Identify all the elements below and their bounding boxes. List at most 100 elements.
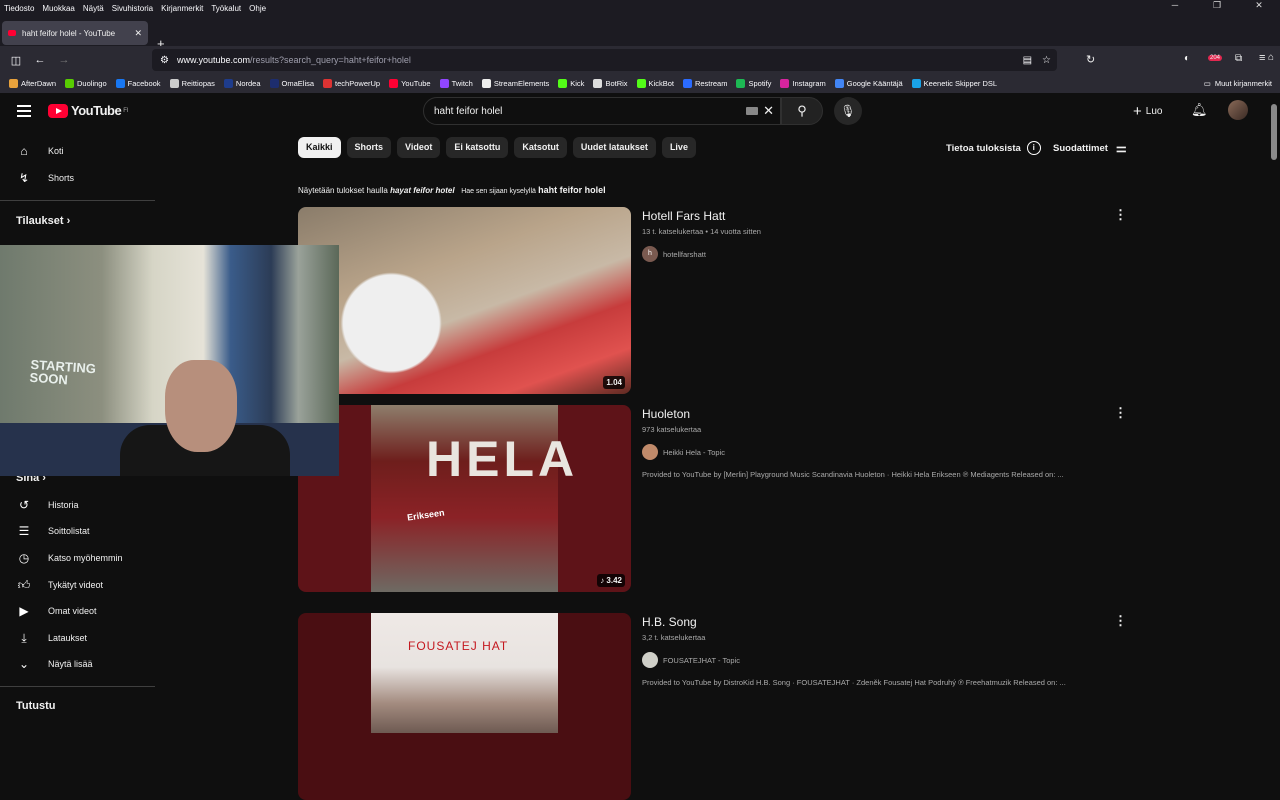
more-actions-icon[interactable]: ⋮ (1114, 613, 1127, 629)
notifications-bell-icon[interactable]: 🔔︎ (1191, 102, 1208, 118)
menu-history[interactable]: Sivuhistoria (112, 4, 153, 13)
bookmark-item[interactable]: Keenetic Skipper DSL (911, 79, 997, 88)
sidebar-item-show-more[interactable]: ⌄ Näytä lisää (16, 657, 93, 671)
about-results-button[interactable]: Tietoa tuloksista i (946, 141, 1041, 155)
menu-edit[interactable]: Muokkaa (42, 4, 74, 13)
extension-dark-icon[interactable]: ◐ (1184, 53, 1190, 64)
reload-icon[interactable]: ↻ (1086, 53, 1095, 66)
extensions-icon[interactable]: ⧉ (1235, 53, 1242, 64)
menu-view[interactable]: Näytä (83, 4, 104, 13)
sidebar-toggle-icon[interactable]: ◫ (4, 54, 28, 67)
chevron-right-icon: › (66, 215, 71, 227)
video-thumbnail[interactable]: HELA Erikseen ♪ 3.42 (298, 405, 631, 592)
forward-icon[interactable]: → (52, 54, 76, 66)
video-meta: 973 katselukertaa (642, 425, 702, 434)
guide-menu-icon[interactable] (17, 105, 31, 120)
sidebar-item-shorts[interactable]: ↯ Shorts (16, 171, 74, 185)
sidebar-item-home[interactable]: ⌂ Koti (16, 144, 63, 158)
bookmark-item[interactable]: Spotify (736, 79, 771, 88)
bookmark-favicon-icon (834, 79, 844, 88)
video-title[interactable]: H.B. Song (642, 615, 1066, 629)
clear-search-icon[interactable]: ✕ (763, 103, 774, 119)
channel-link[interactable]: FOUSATEJHAT - Topic (642, 652, 1066, 668)
bookmark-item[interactable]: Reittiopas (169, 79, 215, 88)
chip-shorts[interactable]: Shorts (346, 137, 392, 158)
sidebar-section-subscriptions[interactable]: Tilaukset › (16, 215, 70, 227)
video-title[interactable]: Hotell Fars Hatt (642, 209, 761, 223)
bookmark-label: BotRix (605, 79, 628, 88)
other-bookmarks[interactable]: ▭ Muut kirjanmerkit (1204, 79, 1272, 88)
bookmark-item[interactable]: KickBot (636, 79, 674, 88)
sidebar-item-your-videos[interactable]: ▶ Omat videot (16, 604, 96, 618)
bookmark-item[interactable]: AfterDawn (9, 79, 56, 88)
bookmark-item[interactable]: Nordea (223, 79, 261, 88)
bookmark-item[interactable]: BotRix (593, 79, 628, 88)
filters-button[interactable]: Suodattimet ⚌ (1053, 141, 1127, 155)
chip-unwatched[interactable]: Ei katsottu (446, 137, 509, 158)
sidebar-item-history[interactable]: ↺ Historia (16, 498, 79, 512)
keyboard-icon[interactable] (746, 107, 758, 115)
bookmark-item[interactable]: Facebook (115, 79, 161, 88)
scrollbar[interactable] (1271, 104, 1277, 160)
site-info-icon[interactable]: ⚙ (160, 55, 169, 66)
channel-link[interactable]: Heikki Hela - Topic (642, 444, 1064, 460)
menu-file[interactable]: Tiedosto (4, 4, 34, 13)
sidebar-item-downloads[interactable]: ⤓ Lataukset (16, 631, 87, 645)
chip-videos[interactable]: Videot (397, 137, 441, 158)
sidebar-item-liked[interactable]: 👍︎ Tykätyt videot (16, 578, 103, 592)
avatar[interactable] (1228, 100, 1248, 120)
bookmark-item[interactable]: Duolingo (65, 79, 107, 88)
menu-tools[interactable]: Työkalut (211, 4, 241, 13)
voice-search-button[interactable]: 🎙 (834, 97, 862, 125)
bookmark-item[interactable]: YouTube (389, 79, 431, 88)
bookmark-item[interactable]: Instagram (780, 79, 826, 88)
correction-hayat[interactable]: hayat (390, 186, 411, 195)
chip-live[interactable]: Live (661, 137, 696, 158)
correction-original-link[interactable]: haht feifor holel (538, 185, 606, 195)
close-tab-icon[interactable]: ✕ (134, 28, 142, 39)
youtube-logo[interactable]: YouTube FI (48, 103, 129, 118)
create-button[interactable]: + Luo (1133, 103, 1162, 120)
chip-all[interactable]: Kaikki (298, 137, 341, 158)
bookmark-item[interactable]: techPowerUp (323, 79, 380, 88)
menu-help[interactable]: Ohje (249, 4, 266, 13)
chip-recently-uploaded[interactable]: Uudet lataukset (572, 137, 656, 158)
sidebar-item-label: Näytä lisää (48, 659, 93, 669)
channel-link[interactable]: h hotellfarshatt (642, 246, 761, 262)
sidebar-item-playlists[interactable]: ☰ Soittolistat (16, 524, 90, 538)
video-thumbnail[interactable]: 1.04 (298, 207, 631, 394)
video-title[interactable]: Huoleton (642, 407, 1064, 421)
search-query: haht feifor holel (434, 105, 503, 117)
bookmark-item[interactable]: Kick (558, 79, 584, 88)
home-icon[interactable]: ⌂ (1268, 52, 1274, 63)
bookmark-item[interactable]: Restream (682, 79, 727, 88)
more-actions-icon[interactable]: ⋮ (1114, 207, 1127, 223)
minimize-icon[interactable]: ─ (1158, 0, 1192, 11)
restore-icon[interactable]: ❐ (1200, 0, 1234, 11)
sidebar-item-label: Tykätyt videot (48, 580, 104, 590)
chip-watched[interactable]: Katsotut (514, 137, 567, 158)
back-icon[interactable]: ← (28, 54, 52, 66)
bookmark-item[interactable]: StreamElements (481, 79, 549, 88)
your-videos-icon: ▶ (19, 604, 29, 618)
playlists-icon: ☰ (18, 524, 30, 538)
shorts-icon: ↯ (18, 171, 30, 185)
correction-rest[interactable]: feifor hotel (413, 186, 454, 195)
menu-bookmarks[interactable]: Kirjanmerkit (161, 4, 203, 13)
bookmark-item[interactable]: OmaElisa (269, 79, 314, 88)
bookmark-label: Duolingo (77, 79, 107, 88)
sidebar-item-watch-later[interactable]: ◷ Katso myöhemmin (16, 551, 123, 565)
home-icon: ⌂ (20, 144, 28, 158)
video-description: Provided to YouTube by DistroKid H.B. So… (642, 678, 1066, 687)
browser-tab[interactable]: haht feifor holel - YouTube ✕ (2, 21, 148, 45)
bookmark-item[interactable]: Twitch (439, 79, 473, 88)
close-window-icon[interactable]: ✕ (1242, 0, 1276, 11)
app-menu-icon[interactable]: ≡ (1259, 52, 1265, 64)
search-input[interactable]: haht feifor holel ✕ (423, 97, 781, 125)
bookmark-item[interactable]: Google Kääntäjä (834, 79, 903, 88)
extension-badge-icon[interactable]: 204 (1208, 51, 1223, 62)
bookmark-label: Spotify (748, 79, 772, 88)
more-actions-icon[interactable]: ⋮ (1114, 405, 1127, 421)
video-thumbnail[interactable]: FOUSATEJ HAT (298, 613, 631, 800)
search-button[interactable]: ⚲ (781, 97, 823, 125)
